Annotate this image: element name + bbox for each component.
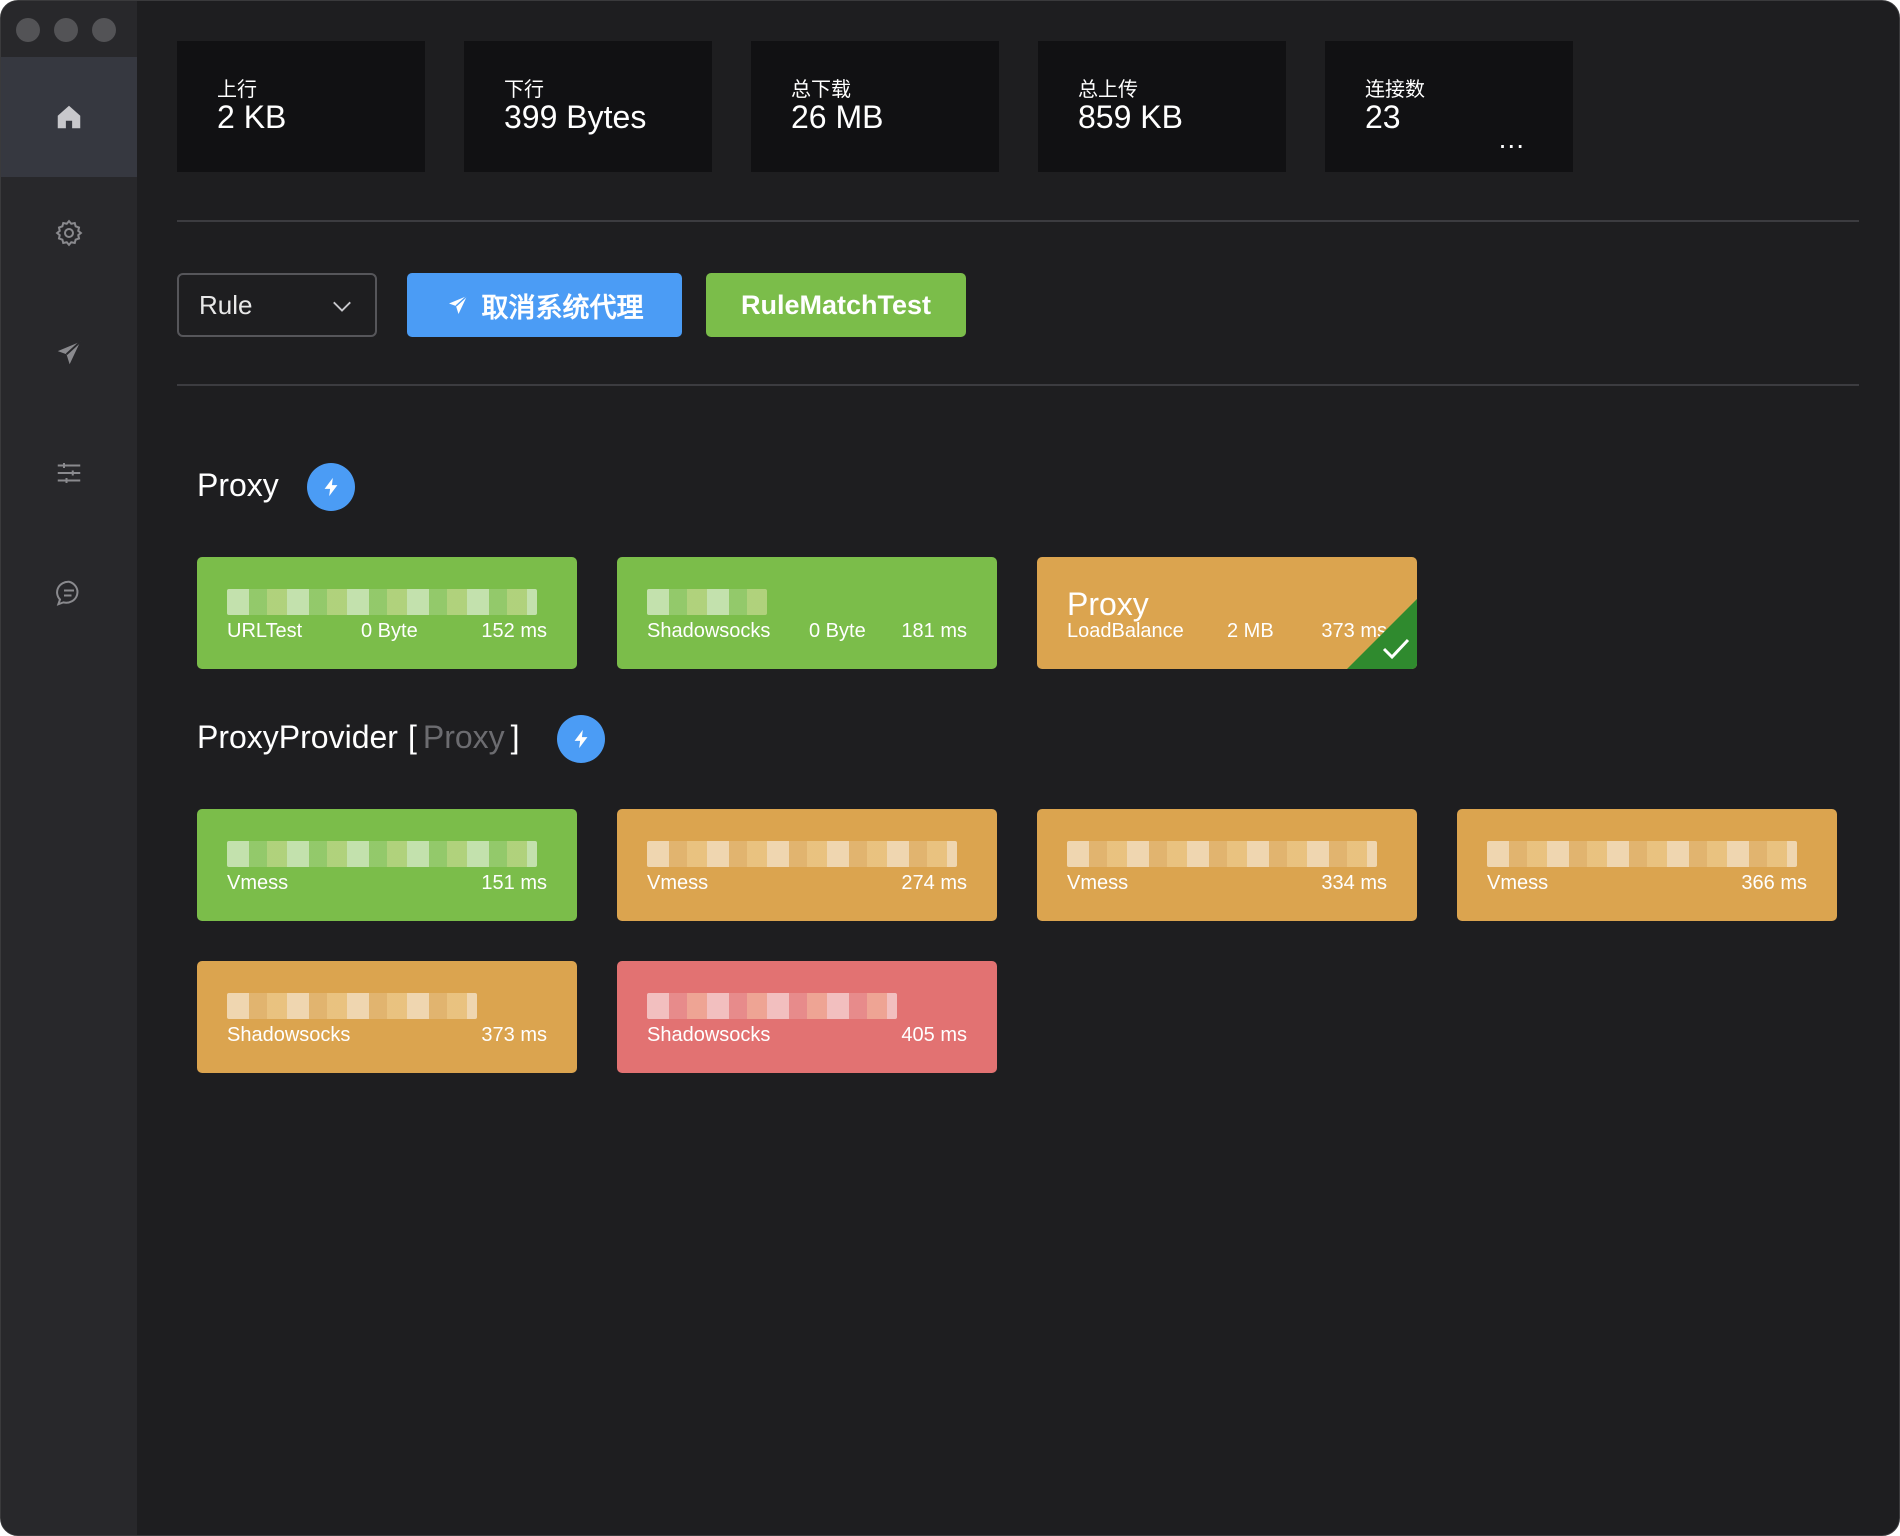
section-title-proxy: Proxy	[197, 467, 279, 504]
proxy-delay: 274 ms	[901, 872, 967, 894]
divider	[177, 384, 1859, 386]
proxy-type: Vmess	[1487, 872, 1549, 894]
stat-upload-speed: 上行 2 KB	[177, 41, 425, 172]
proxy-delay: 373 ms	[481, 1024, 547, 1046]
stat-label: 总上传	[1078, 79, 1138, 101]
mode-select[interactable]: Rule	[177, 273, 377, 337]
proxy-card[interactable]: URLTest 0 Byte 152 ms	[197, 557, 577, 669]
proxy-delay: 152 ms	[481, 620, 547, 642]
sidebar-item-proxies[interactable]	[1, 293, 137, 413]
proxy-type: Shadowsocks	[647, 620, 771, 642]
system-proxy-button[interactable]: 取消系统代理	[407, 273, 682, 337]
latency-test-button[interactable]	[307, 463, 355, 511]
system-proxy-label: 取消系统代理	[481, 292, 644, 323]
proxy-type: Vmess	[227, 872, 289, 894]
section-title-provider: ProxyProvider [ Proxy ]	[197, 719, 520, 756]
proxy-delay: 334 ms	[1321, 872, 1387, 894]
stat-value: 399 Bytes	[504, 99, 647, 135]
proxy-name	[227, 589, 537, 615]
main-content: 上行 2 KB 下行 399 Bytes 总下载 26 MB 总上传 859 K…	[137, 1, 1899, 1535]
stat-label: 连接数	[1365, 79, 1425, 101]
proxy-name	[647, 841, 957, 867]
paper-plane-icon	[448, 295, 468, 314]
provider-card[interactable]: Vmess 274 ms	[617, 809, 997, 921]
proxy-name	[1067, 841, 1377, 867]
stat-label: 下行	[504, 79, 544, 101]
provider-latency-test-button[interactable]	[557, 715, 605, 763]
provider-card[interactable]: Vmess 334 ms	[1037, 809, 1417, 921]
bracket-open: [	[407, 719, 417, 755]
stat-total-download: 总下载 26 MB	[751, 41, 999, 172]
stat-label: 总下载	[791, 79, 851, 101]
proxy-name	[227, 841, 537, 867]
proxy-delay: 405 ms	[901, 1024, 967, 1046]
proxy-name	[1487, 841, 1797, 867]
proxy-card-selected[interactable]: Proxy LoadBalance 2 MB 373 ms	[1037, 557, 1417, 669]
proxy-card[interactable]: Shadowsocks 0 Byte 181 ms	[617, 557, 997, 669]
sidebar-item-settings[interactable]	[1, 173, 137, 293]
provider-card[interactable]: Shadowsocks 373 ms	[197, 961, 577, 1073]
proxy-type: LoadBalance	[1067, 620, 1184, 642]
zoom-window-button[interactable]	[92, 18, 116, 42]
proxy-type: Shadowsocks	[227, 1024, 351, 1046]
proxy-type: Vmess	[647, 872, 709, 894]
divider	[177, 220, 1859, 222]
gear-icon	[55, 219, 83, 247]
proxy-traffic: 2 MB	[1227, 620, 1274, 642]
rule-match-test-button[interactable]: RuleMatchTest	[706, 273, 966, 337]
proxy-delay: 151 ms	[481, 872, 547, 894]
section-subtitle: Proxy	[422, 719, 505, 755]
chevron-down-icon	[333, 301, 351, 312]
stat-total-upload: 总上传 859 KB	[1038, 41, 1286, 172]
bracket-close: ]	[510, 719, 520, 755]
stat-value: 2 KB	[217, 99, 287, 135]
provider-card[interactable]: Vmess 366 ms	[1457, 809, 1837, 921]
provider-card[interactable]: Shadowsocks 405 ms	[617, 961, 997, 1073]
stat-value: 859 KB	[1078, 99, 1183, 135]
proxy-type: Shadowsocks	[647, 1024, 771, 1046]
section-title-text: ProxyProvider	[197, 719, 398, 755]
proxy-name	[227, 993, 477, 1019]
mode-select-value: Rule	[199, 289, 253, 320]
stat-label: 上行	[217, 79, 257, 101]
proxy-name	[647, 589, 767, 615]
stat-value: 26 MB	[791, 99, 884, 135]
paper-plane-icon	[57, 341, 81, 365]
sidebar-item-overview[interactable]	[1, 57, 137, 177]
sliders-icon	[57, 463, 81, 483]
sidebar-item-rules[interactable]	[1, 413, 137, 533]
stat-connections[interactable]: 连接数 23 ...	[1325, 41, 1573, 172]
proxy-delay: 181 ms	[901, 620, 967, 642]
sidebar-item-logs[interactable]	[1, 533, 137, 653]
check-icon	[1382, 638, 1410, 660]
proxy-type: URLTest	[227, 620, 303, 642]
stat-value: 23	[1365, 99, 1401, 135]
close-window-button[interactable]	[16, 18, 40, 42]
proxy-delay: 366 ms	[1741, 872, 1807, 894]
window-controls	[16, 18, 116, 42]
proxy-traffic: 0 Byte	[361, 620, 418, 642]
stat-download-speed: 下行 399 Bytes	[464, 41, 712, 172]
lightning-icon	[324, 477, 338, 497]
proxy-name	[647, 993, 897, 1019]
app-window: 上行 2 KB 下行 399 Bytes 总下载 26 MB 总上传 859 K…	[0, 0, 1900, 1536]
more-options-button[interactable]: ...	[1499, 125, 1525, 153]
sidebar	[1, 1, 137, 1535]
lightning-icon	[574, 729, 588, 749]
minimize-window-button[interactable]	[54, 18, 78, 42]
section-title-text: Proxy	[197, 467, 279, 503]
proxy-name: Proxy	[1067, 586, 1149, 622]
proxy-type: Vmess	[1067, 872, 1129, 894]
provider-card[interactable]: Vmess 151 ms	[197, 809, 577, 921]
home-icon	[57, 105, 81, 129]
proxy-traffic: 0 Byte	[809, 620, 866, 642]
chat-icon	[56, 580, 79, 606]
